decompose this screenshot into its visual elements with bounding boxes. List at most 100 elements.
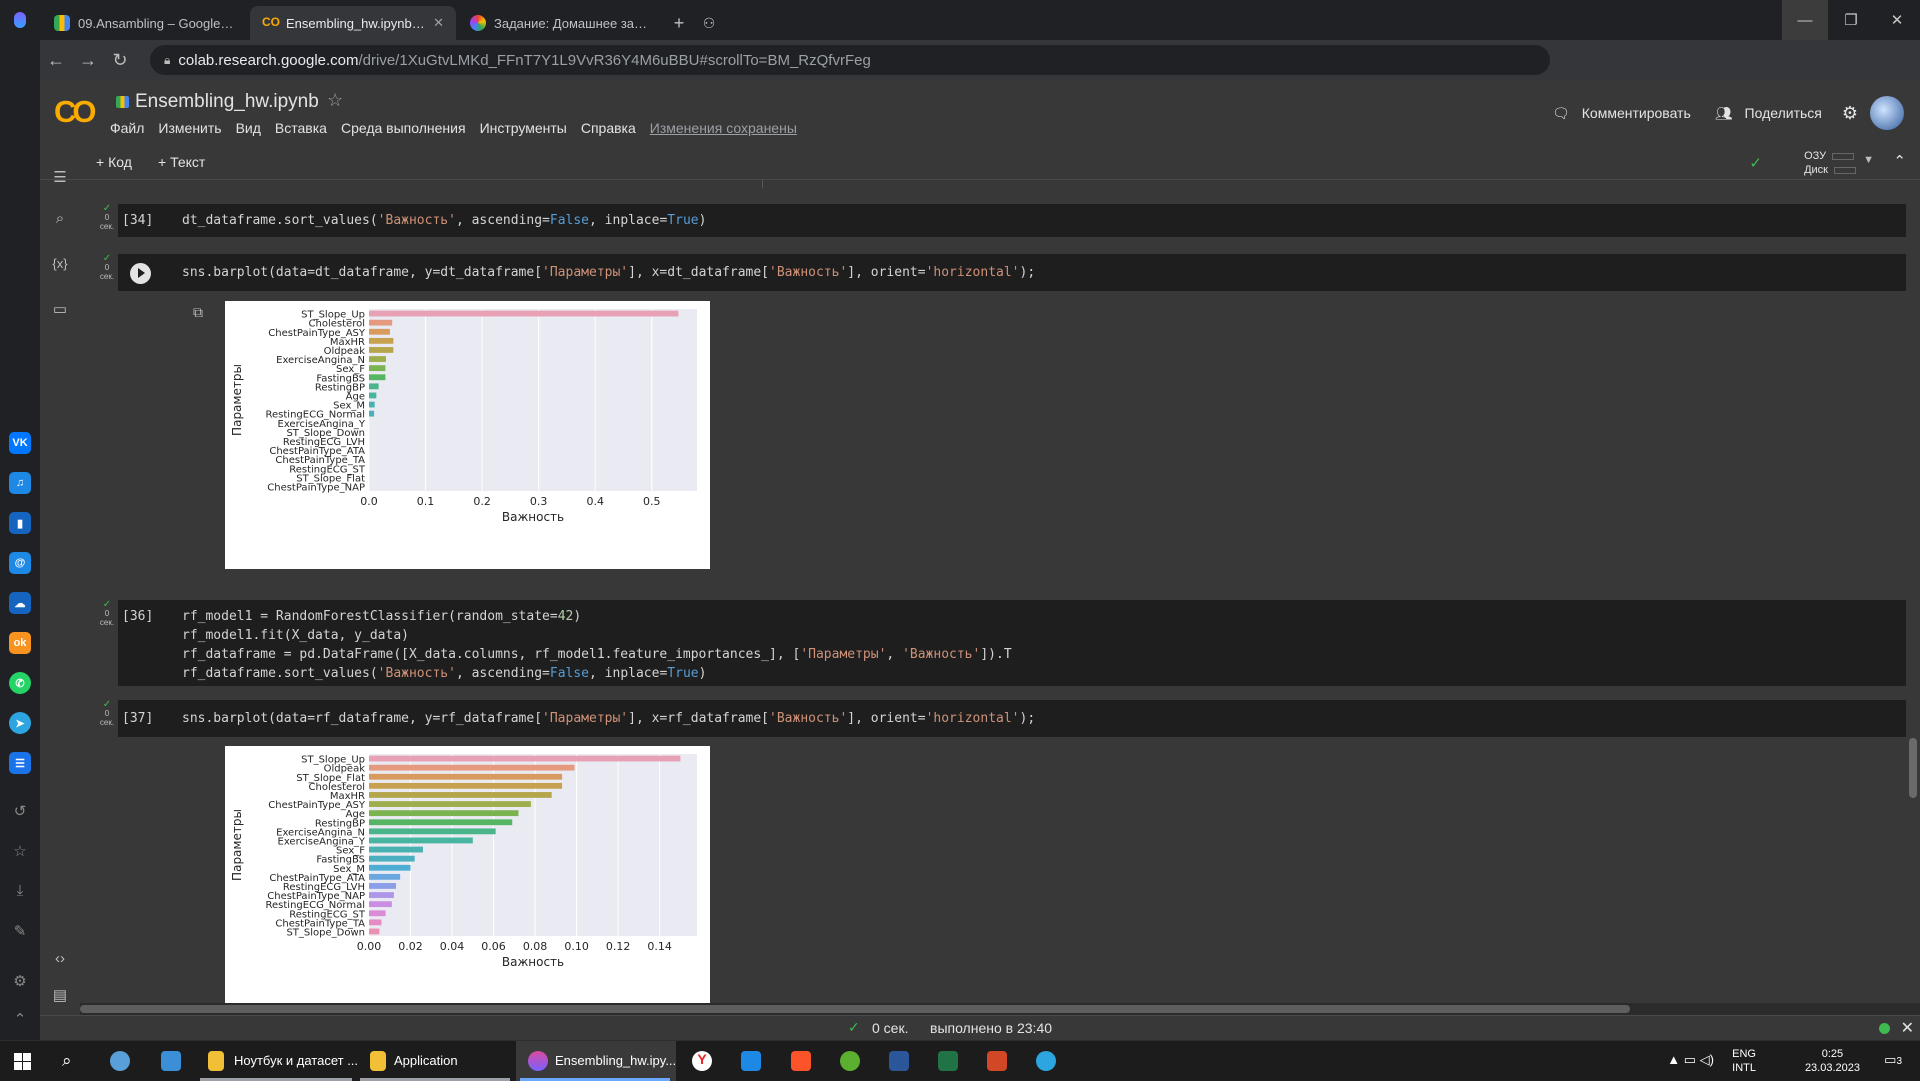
code-snippets-icon[interactable]: ‹› [50,950,70,967]
browser-tab-colab[interactable]: CO Ensembling_hw.ipynb - Cola ✕ [250,6,456,40]
close-status-icon[interactable]: ✕ [1901,1018,1914,1038]
search-icon[interactable]: ⌕ [50,210,70,227]
windows-start-icon[interactable] [14,1053,31,1070]
folder-icon[interactable] [370,1051,386,1071]
incognito-icon[interactable]: ⚇ [694,6,724,40]
cloud-icon[interactable]: ☁ [9,592,31,614]
run-cell-button[interactable] [130,263,151,284]
powerpoint-icon[interactable] [987,1051,1007,1071]
browser-icon[interactable] [528,1051,548,1071]
yandex-icon[interactable]: Y [692,1051,712,1071]
telegram-icon[interactable]: ➤ [9,712,31,734]
tray-icons[interactable]: ▲ ▭ ◁) [1667,1052,1714,1068]
downloads-icon[interactable]: ⤓ [11,882,29,900]
taskbar-item-label[interactable]: Ноутбук и датасет ... [234,1053,358,1068]
back-icon[interactable]: ← [40,50,72,71]
add-code-button[interactable]: + Код [96,154,132,170]
folder-icon[interactable] [208,1051,224,1071]
url-field[interactable]: 🔒︎ colab.research.google.com /drive/1XuG… [150,45,1550,75]
notifications-icon[interactable]: ▭3 [1884,1052,1902,1068]
explorer-icon[interactable] [161,1051,181,1071]
horizontal-scrollbar[interactable] [80,1003,1920,1015]
code-editor[interactable]: sns.barplot(data=dt_dataframe, y=dt_data… [118,254,1920,291]
code-cell[interactable]: ✓ 0 сек. [36] rf_model1 = RandomForestClas… [98,600,1920,690]
browser-menu-icon[interactable] [0,0,40,40]
success-check-icon: ✓ [102,599,112,610]
collapse-header-icon[interactable]: ⌃ [1893,152,1906,170]
favorites-icon[interactable]: ☆ [11,842,29,860]
lock-icon: 🔒︎ [164,52,171,67]
terminal-icon[interactable]: ▤ [50,986,70,1004]
taskbar-item-label[interactable]: Application [394,1053,458,1068]
barplot-rf-importance: 0.00 0.02 0.04 0.06 0.08 0.10 0.12 0.14 ST_Slope… [225,746,710,1014]
menu-help[interactable]: Справка [581,120,636,136]
folder-icon[interactable]: ▭ [50,300,70,318]
collapse-icon[interactable]: ⌃ [11,1010,29,1028]
settings-icon[interactable]: ⚙ [11,972,29,990]
utorrent-icon[interactable] [840,1051,860,1071]
menu-edit[interactable]: Изменить [158,120,221,136]
telegram-icon[interactable] [1036,1051,1056,1071]
vk-icon[interactable]: VK [9,432,31,454]
close-tab-icon[interactable]: ✕ [433,15,444,31]
history-icon[interactable]: ↺ [11,802,29,820]
avatar[interactable] [1870,96,1904,130]
plot-area [369,309,697,491]
code-editor[interactable]: [36] rf_model1 = RandomForestClassifier(r… [118,600,1920,686]
menu-insert[interactable]: Вставка [275,120,327,136]
menu-tools[interactable]: Инструменты [480,120,567,136]
reload-icon[interactable]: ↻ [104,50,136,71]
brave-icon[interactable] [791,1051,811,1071]
code-cell[interactable]: ✓ 0 сек. sns.barplot(data=dt_dataframe, y… [98,254,1920,294]
notebook-title[interactable]: Ensembling_hw.ipynb [135,91,319,113]
comment-button[interactable]: Комментировать [1582,105,1691,121]
mail-icon[interactable]: @ [9,552,31,574]
saved-status[interactable]: Изменения сохранены [650,120,797,136]
browser-tab-task[interactable]: Задание: Домашнее задани [458,6,664,40]
whatsapp-icon[interactable]: ✆ [9,672,31,694]
new-tab-icon[interactable]: + [664,6,694,40]
edit-icon[interactable]: ✎ [11,922,29,940]
forward-icon[interactable]: → [72,50,104,71]
code-cell[interactable]: ✓ 0 сек. [34] dt_dataframe.sort_values('Ва… [98,204,1920,240]
odnoklassniki-icon[interactable]: ok [9,632,31,654]
add-text-button[interactable]: + Текст [158,154,205,170]
code-cell[interactable]: ✓ 0 сек. [37] sns.barplot(data=rf_datafram… [98,700,1920,740]
scroll-thumb[interactable] [1909,738,1917,798]
success-check-icon: ✓ [848,1019,860,1035]
restore-icon[interactable]: ❐ [1828,0,1874,40]
dropdown-icon[interactable]: ▼ [1863,154,1874,166]
resource-indicator[interactable]: ОЗУ Диск [1804,149,1856,177]
clock[interactable]: 0:25 23.03.2023 [1805,1047,1860,1075]
music-icon[interactable]: ♫ [9,472,31,494]
star-icon[interactable]: ☆ [327,90,343,111]
menu-runtime[interactable]: Среда выполнения [341,120,466,136]
code-editor[interactable]: [34] dt_dataframe.sort_values('Важность',… [118,204,1920,237]
output-icon[interactable]: ⧉ [193,304,203,321]
colab-logo[interactable]: CO [54,94,96,130]
vertical-scrollbar[interactable] [1906,180,1920,1003]
widget-icon[interactable] [110,1051,130,1071]
language-indicator[interactable]: ENG INTL [1732,1047,1756,1075]
menu-view[interactable]: Вид [236,120,261,136]
cell-gutter: ✓ 0 сек. [98,700,116,728]
menu-file[interactable]: Файл [110,120,144,136]
share-button[interactable]: Поделиться [1745,105,1822,121]
taskbar-item-label[interactable]: Ensembling_hw.ipy... [555,1053,676,1068]
code-editor[interactable]: [37] sns.barplot(data=rf_dataframe, y=rf_… [118,700,1920,737]
minimize-icon[interactable]: — [1782,0,1828,40]
tab-title: 09.Ansambling – Google Ди [78,15,236,31]
bar [369,892,394,898]
search-icon[interactable]: ⌕ [62,1051,82,1071]
tasks-icon[interactable]: ☰ [9,752,31,774]
vscode-icon[interactable] [741,1051,761,1071]
close-window-icon[interactable]: ✕ [1874,0,1920,40]
stats-icon[interactable]: ▮ [9,512,31,534]
browser-tab-drive[interactable]: 09.Ansambling – Google Ди [42,6,248,40]
gear-icon[interactable]: ⚙ [1842,103,1858,124]
variables-icon[interactable]: {x} [50,256,70,271]
scroll-thumb[interactable] [80,1005,1630,1013]
word-icon[interactable] [889,1051,909,1071]
excel-icon[interactable] [938,1051,958,1071]
toc-icon[interactable]: ☰ [50,168,70,186]
